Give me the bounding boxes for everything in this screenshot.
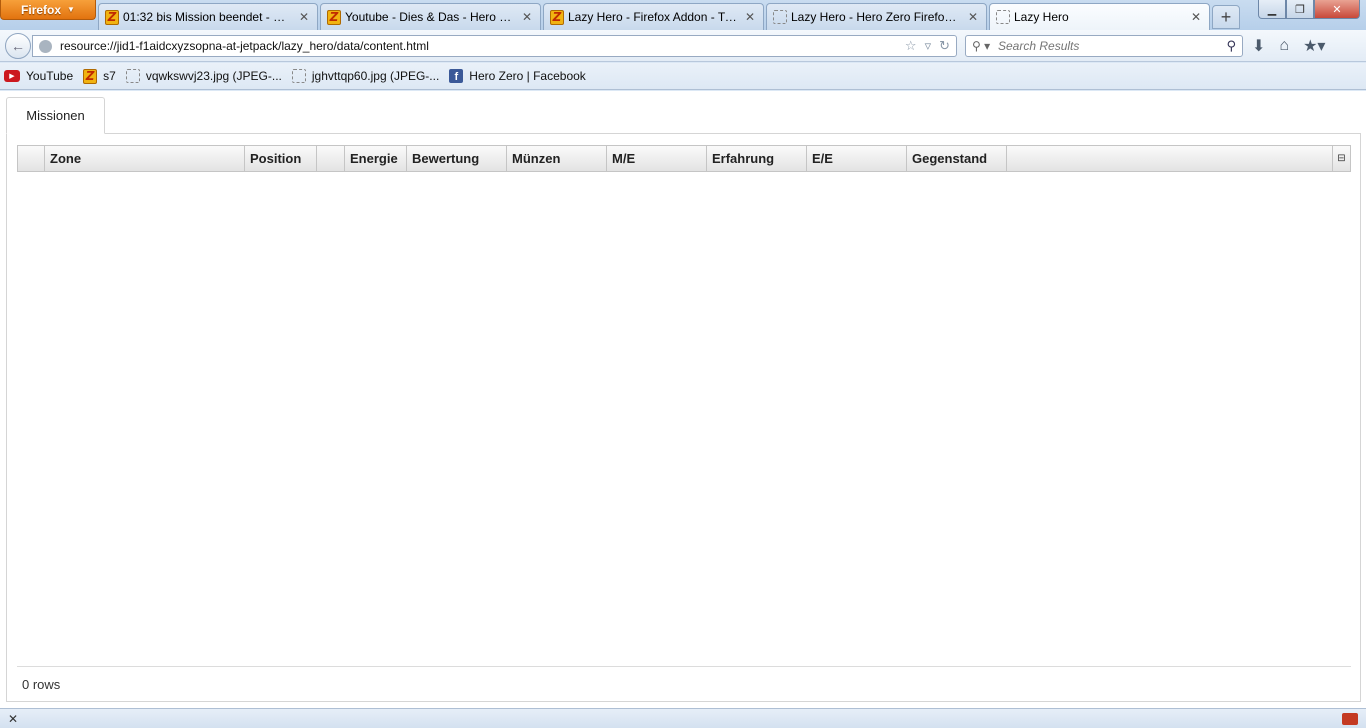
grid-header: Zone Position Energie Bewertung Münzen M… (17, 145, 1351, 172)
url-actions: ☆ ▿ ↻ (905, 38, 956, 54)
back-button[interactable]: ← (5, 33, 31, 59)
chevron-down-icon: ▼ (67, 5, 75, 14)
tab-missionen[interactable]: Missionen (6, 97, 105, 134)
addon-icon[interactable] (1342, 712, 1358, 725)
tab-label: Missionen (26, 108, 85, 123)
addon-bar: ✕ (0, 708, 1366, 728)
bookmark-label: jghvttqp60.jpg (JPEG-... (311, 69, 440, 83)
youtube-icon: ▶ (4, 70, 20, 82)
bookmarks-menu-icon[interactable]: ★▾ (1303, 36, 1325, 56)
browser-tab-1[interactable]: Z 01:32 bis Mission beendet - Her... ✕ (98, 3, 318, 30)
column-header-muenzen[interactable]: Münzen (507, 146, 607, 171)
downloads-icon[interactable]: ⬇ (1252, 36, 1265, 56)
row-count: 0 rows (22, 677, 61, 692)
bookmark-label: vqwkswvj23.jpg (JPEG-... (145, 69, 282, 83)
hero-zero-icon: Z (83, 68, 98, 84)
tab-label: Lazy Hero - Hero Zero Firefox A... (791, 10, 962, 24)
tab-label: 01:32 bis Mission beendet - Her... (123, 10, 293, 24)
browser-tab-3[interactable]: Z Lazy Hero - Firefox Addon - Tip... ✕ (543, 3, 764, 30)
bookmark-facebook[interactable]: f Hero Zero | Facebook (449, 69, 586, 83)
column-picker-icon: ⊟ (1337, 153, 1346, 164)
globe-icon (39, 39, 52, 53)
column-header-e-e[interactable]: E/E (807, 146, 907, 171)
bookmark-s7[interactable]: Z s7 (83, 68, 116, 84)
column-header-blank[interactable] (317, 146, 345, 171)
toolbar-buttons: ⬇ ⌂ ★▾ (1252, 36, 1325, 56)
close-addon-bar-icon[interactable]: ✕ (8, 712, 18, 726)
minimize-button[interactable]: ▁ (1258, 0, 1286, 19)
blank-page-icon (773, 10, 787, 24)
bookmark-image-2[interactable]: jghvttqp60.jpg (JPEG-... (291, 69, 440, 83)
browser-tab-2[interactable]: Z Youtube - Dies & Das - Hero Zer... ✕ (320, 3, 541, 30)
tab-widget: Missionen Zone Position Energie Bewertun… (6, 97, 1361, 702)
search-icon[interactable]: ⚲ (1226, 38, 1236, 54)
hero-zero-icon: Z (105, 9, 119, 25)
tab-label: Youtube - Dies & Das - Hero Zer... (345, 10, 516, 24)
dropdown-arrow-icon[interactable]: ▿ (925, 38, 932, 54)
tab-panel: Zone Position Energie Bewertung Münzen M… (6, 133, 1361, 702)
column-header-energie[interactable]: Energie (345, 146, 407, 171)
reload-icon[interactable]: ↻ (939, 38, 950, 54)
bookmark-youtube[interactable]: ▶ YouTube (4, 69, 73, 83)
close-icon[interactable]: ✕ (1191, 10, 1201, 24)
bookmark-star-icon[interactable]: ☆ (905, 38, 917, 54)
search-bar: ⚲ ▾ ⚲ (965, 35, 1243, 57)
search-engine-icon[interactable]: ⚲ ▾ (972, 39, 998, 53)
column-menu-button[interactable]: ⊟ (1332, 146, 1350, 171)
bookmarks-toolbar: ▶ YouTube Z s7 vqwkswvj23.jpg (JPEG-... … (0, 63, 1366, 90)
hero-zero-icon: Z (550, 9, 564, 25)
navigation-bar: resource://jid1-f1aidcxyzsopna-at-jetpac… (0, 30, 1366, 62)
tab-strip: Z 01:32 bis Mission beendet - Her... ✕ Z… (98, 3, 1240, 30)
title-bar: Firefox ▼ Z 01:32 bis Mission beendet - … (0, 0, 1366, 30)
browser-tab-5[interactable]: Lazy Hero ✕ (989, 3, 1210, 30)
minimize-icon: ▁ (1267, 3, 1277, 16)
facebook-icon: f (449, 69, 464, 83)
home-icon[interactable]: ⌂ (1279, 37, 1289, 55)
plus-icon: + (1220, 6, 1232, 27)
close-icon[interactable]: ✕ (968, 10, 978, 24)
back-arrow-icon: ← (11, 38, 25, 54)
firefox-menu-label: Firefox (21, 2, 62, 17)
column-header-erfahrung[interactable]: Erfahrung (707, 146, 807, 171)
blank-page-icon (125, 69, 140, 83)
maximize-button[interactable]: ❐ (1286, 0, 1314, 19)
close-window-button[interactable]: ✕ (1314, 0, 1360, 19)
close-icon[interactable]: ✕ (522, 10, 532, 24)
maximize-icon: ❐ (1295, 3, 1305, 16)
url-text[interactable]: resource://jid1-f1aidcxyzsopna-at-jetpac… (60, 39, 905, 53)
page-content: Missionen Zone Position Energie Bewertun… (0, 91, 1366, 708)
column-header-m-e[interactable]: M/E (607, 146, 707, 171)
bookmark-label: s7 (103, 69, 116, 83)
bookmark-image-1[interactable]: vqwkswvj23.jpg (JPEG-... (125, 69, 282, 83)
window-controls: ▁ ❐ ✕ (1258, 0, 1360, 19)
column-header-bewertung[interactable]: Bewertung (407, 146, 507, 171)
tab-label: Lazy Hero - Firefox Addon - Tip... (568, 10, 739, 24)
grid-footer: 0 rows (17, 666, 1351, 702)
close-icon[interactable]: ✕ (745, 10, 755, 24)
column-header-zone[interactable]: Zone (45, 146, 245, 171)
search-input[interactable] (998, 39, 1227, 53)
column-header-gegenstand[interactable]: Gegenstand (907, 146, 1007, 171)
bookmark-label: YouTube (26, 69, 74, 83)
tab-label: Lazy Hero (1014, 10, 1069, 24)
browser-tab-4[interactable]: Lazy Hero - Hero Zero Firefox A... ✕ (766, 3, 987, 30)
url-bar[interactable]: resource://jid1-f1aidcxyzsopna-at-jetpac… (32, 35, 957, 57)
blank-page-icon (291, 69, 306, 83)
close-icon[interactable]: ✕ (299, 10, 309, 24)
hero-zero-icon: Z (327, 9, 341, 25)
new-tab-button[interactable]: + (1212, 5, 1240, 29)
close-icon: ✕ (1332, 3, 1342, 16)
bookmark-label: Hero Zero | Facebook (469, 69, 586, 83)
column-header-position[interactable]: Position (245, 146, 317, 171)
blank-page-icon (996, 10, 1010, 24)
column-header-select[interactable] (18, 146, 45, 171)
firefox-menu-button[interactable]: Firefox ▼ (0, 0, 96, 20)
